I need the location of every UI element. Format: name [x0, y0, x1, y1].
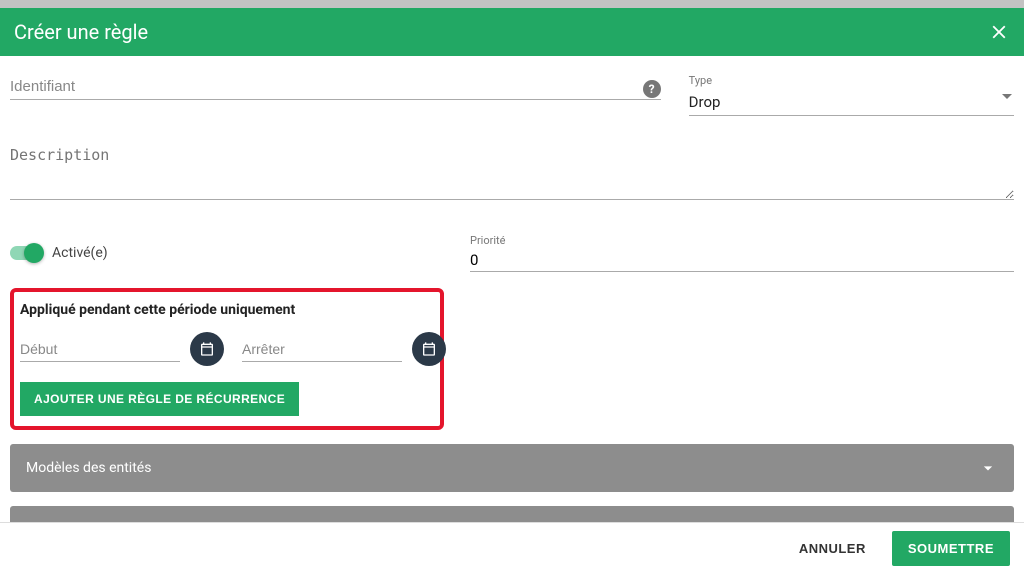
start-date-calendar-button[interactable]	[190, 332, 224, 366]
modal-title: Créer une règle	[14, 20, 148, 44]
calendar-icon	[199, 341, 215, 357]
modal-footer: ANNULER SOUMETTRE	[0, 522, 1024, 574]
background-table-header	[0, 0, 1024, 8]
submit-button[interactable]: SOUMETTRE	[892, 531, 1010, 566]
close-icon[interactable]	[988, 21, 1010, 43]
toggle-knob	[24, 243, 44, 263]
period-section: Appliqué pendant cette période uniquemen…	[10, 288, 444, 430]
help-icon[interactable]: ?	[643, 80, 661, 98]
type-select[interactable]: Drop	[689, 89, 1014, 116]
chevron-down-icon	[978, 458, 998, 478]
modal-header: Créer une règle	[0, 8, 1024, 56]
stop-date-calendar-button[interactable]	[412, 332, 446, 366]
active-label: Activé(e)	[52, 245, 108, 261]
create-rule-modal: Créer une règle ? Type Drop	[0, 8, 1024, 574]
identifiant-input[interactable]	[10, 74, 661, 100]
active-toggle[interactable]	[10, 246, 42, 260]
dropdown-arrow-icon	[1002, 94, 1012, 99]
active-toggle-row: Activé(e)	[10, 234, 430, 272]
entities-accordion-label: Modèles des entités	[26, 460, 151, 476]
entities-accordion[interactable]: Modèles des entités	[10, 444, 1014, 492]
events-accordion[interactable]: Modèles des événements	[10, 506, 1014, 522]
stop-date-input[interactable]	[242, 337, 402, 362]
modal-body: ? Type Drop Activé(e) Priorité 0	[0, 56, 1024, 522]
add-recurrence-button[interactable]: AJOUTER UNE RÈGLE DE RÉCURRENCE	[20, 382, 299, 416]
priority-input[interactable]: 0	[470, 249, 1014, 272]
period-section-title: Appliqué pendant cette période uniquemen…	[20, 302, 430, 318]
cancel-button[interactable]: ANNULER	[787, 533, 878, 564]
start-date-input[interactable]	[20, 337, 180, 362]
calendar-icon	[421, 341, 437, 357]
description-input[interactable]	[10, 142, 1014, 200]
type-label: Type	[689, 74, 1014, 87]
priority-label: Priorité	[470, 234, 1014, 247]
